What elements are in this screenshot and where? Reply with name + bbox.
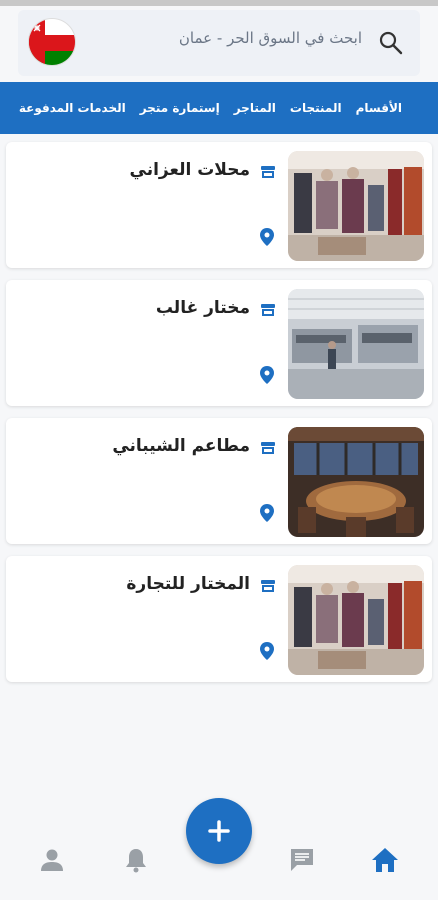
store-icon xyxy=(260,578,276,594)
store-title[interactable]: مختار غالب xyxy=(156,298,250,318)
add-button[interactable] xyxy=(186,798,252,864)
store-card[interactable]: مطاعم الشيباني xyxy=(6,418,432,544)
location-pin-icon[interactable] xyxy=(260,504,274,522)
category-nav: الأقسام المنتجات المتاجر إستمارة متجر ال… xyxy=(0,82,438,134)
status-strip xyxy=(0,0,438,6)
store-icon xyxy=(260,440,276,456)
clothing-store-photo xyxy=(288,565,424,675)
chat-icon[interactable] xyxy=(288,846,316,878)
location-pin-icon[interactable] xyxy=(260,228,274,246)
location-pin-icon[interactable] xyxy=(260,642,274,660)
store-title[interactable]: مطاعم الشيباني xyxy=(112,436,250,456)
store-icon xyxy=(260,164,276,180)
restaurant-photo xyxy=(288,427,424,537)
nav-item-products[interactable]: المنتجات xyxy=(290,101,342,115)
factory-photo xyxy=(288,289,424,399)
nav-item-stores[interactable]: المتاجر xyxy=(234,101,276,115)
nav-item-store-form[interactable]: إستمارة متجر xyxy=(140,101,220,115)
store-icon xyxy=(260,302,276,318)
notifications-icon[interactable] xyxy=(122,846,150,878)
store-card[interactable]: المختار للتجارة xyxy=(6,556,432,682)
store-title[interactable]: المختار للتجارة xyxy=(126,574,250,594)
nav-item-categories[interactable]: الأقسام xyxy=(356,101,402,115)
location-pin-icon[interactable] xyxy=(260,366,274,384)
search-bar[interactable]: ابحث في السوق الحر - عمان xyxy=(18,10,420,76)
clothing-store-photo xyxy=(288,151,424,261)
search-input[interactable]: ابحث في السوق الحر - عمان xyxy=(179,29,362,47)
store-title[interactable]: محلات العزاني xyxy=(130,160,250,180)
home-icon[interactable] xyxy=(370,846,400,878)
profile-icon[interactable] xyxy=(38,846,66,878)
oman-flag-icon[interactable] xyxy=(28,18,76,66)
nav-item-paid-services[interactable]: الخدمات المدفوعة xyxy=(19,101,126,115)
store-card[interactable]: مختار غالب xyxy=(6,280,432,406)
search-icon[interactable] xyxy=(378,30,404,56)
add-icon xyxy=(208,820,230,842)
store-card[interactable]: محلات العزاني xyxy=(6,142,432,268)
